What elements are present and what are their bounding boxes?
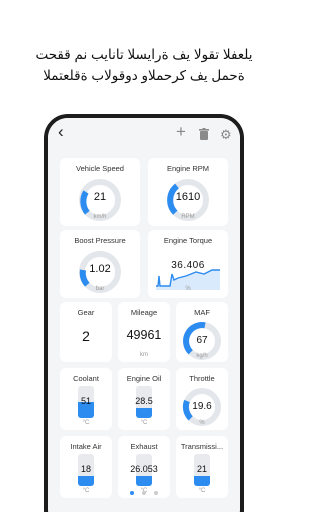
card-title: Engine RPM — [166, 164, 210, 173]
card-unit: km — [140, 352, 148, 358]
phone-frame: ‹ + ⚙ Vehicle Speed 21 km/h Engine RPM 1… — [44, 114, 244, 512]
card-value: 2 — [82, 328, 90, 344]
card-unit: °C — [140, 420, 148, 426]
card-unit: RPM — [181, 214, 195, 220]
card-value: 19.6 — [192, 401, 212, 412]
headline-line-1: يلعفلا تقولا يف ةرايسلا تانايب نم ققحت — [35, 47, 253, 62]
oil-card[interactable]: Engine Oil 28.5 °C — [118, 368, 170, 430]
card-title: Intake Air — [70, 442, 102, 451]
card-unit: % — [199, 420, 205, 426]
throttle-card[interactable]: Throttle 19.6 % — [176, 368, 228, 430]
trash-icon[interactable] — [199, 128, 209, 143]
card-unit: °C — [82, 420, 90, 426]
plus-icon[interactable]: + — [176, 123, 186, 140]
card-title: Gear — [77, 308, 95, 317]
chevron-left-icon[interactable]: ‹ — [58, 123, 64, 140]
card-value: 67 — [196, 335, 208, 346]
speed-card[interactable]: Vehicle Speed 21 km/h — [60, 158, 140, 226]
card-unit: kg/h — [196, 353, 208, 359]
headline-line-2: ةحمل يف كرحملاو دوقولاب ةقلعتملا — [43, 68, 245, 83]
card-value: 28.5 — [135, 396, 153, 406]
page-dot-2[interactable] — [142, 491, 146, 495]
page-dot-3[interactable] — [154, 491, 159, 495]
card-title: Coolant — [73, 374, 99, 383]
card-value: 26.053 — [130, 464, 158, 474]
page-indicator[interactable] — [48, 482, 240, 500]
mileage-card[interactable]: Mileage 49961 km — [118, 302, 170, 362]
card-title: Mileage — [130, 308, 158, 317]
maf-card[interactable]: MAF 67 kg/h — [176, 302, 228, 362]
card-value: 21 — [93, 191, 107, 203]
card-title: Exhaust — [130, 442, 158, 451]
page-dot-1[interactable] — [129, 491, 134, 495]
card-value: 1610 — [175, 191, 201, 203]
toolbar: ‹ + ⚙ — [48, 118, 240, 154]
card-title: Engine Torque — [163, 236, 213, 245]
card-value: 51 — [80, 396, 91, 406]
card-title: Engine Oil — [126, 374, 162, 383]
gear-card[interactable]: Gear 2 — [60, 302, 112, 362]
card-title: Transmissi... — [180, 442, 224, 451]
card-unit: km/h — [93, 214, 107, 220]
coolant-card[interactable]: Coolant 51 °C — [60, 368, 112, 430]
boost-card[interactable]: Boost Pressure 1.02 bar — [60, 230, 140, 298]
card-title: MAF — [194, 308, 210, 317]
card-value: 36.406 — [171, 260, 205, 271]
card-title: Boost Pressure — [74, 236, 126, 245]
card-title: Throttle — [189, 374, 215, 383]
card-title: Vehicle Speed — [76, 164, 124, 173]
card-value: 21 — [196, 464, 207, 474]
card-value: 49961 — [126, 328, 162, 342]
card-unit: bar — [95, 286, 105, 292]
promo-headline: يلعفلا تقولا يف ةرايسلا تانايب نم ققحت ة… — [0, 44, 288, 86]
rpm-card[interactable]: Engine RPM 1610 RPM — [148, 158, 228, 226]
card-unit: % — [185, 286, 191, 292]
card-value: 1.02 — [89, 263, 111, 275]
gear-icon[interactable]: ⚙ — [220, 128, 232, 142]
card-value: 18 — [80, 464, 91, 474]
torque-card[interactable]: Engine Torque 36.406 % — [148, 230, 228, 298]
